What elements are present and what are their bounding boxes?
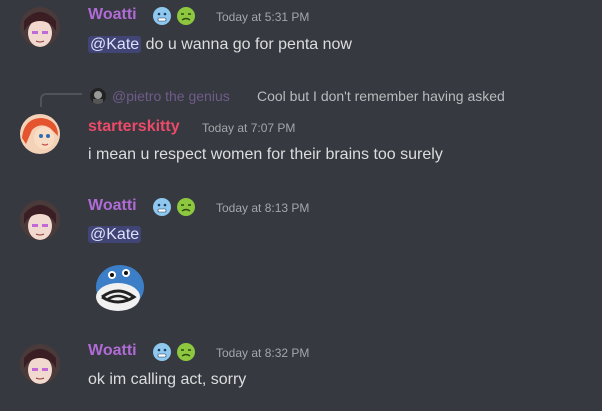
pietro-avatar[interactable] [90, 88, 106, 104]
cold-face-icon [153, 343, 171, 361]
cold-face-icon [153, 7, 171, 25]
message-text: i mean u respect women for their brains … [88, 146, 443, 163]
poliwag-sticker[interactable] [88, 257, 148, 317]
message-1: Woatti Today at 5:31 PM @Kate do u wanna… [0, 0, 602, 70]
timestamp: Today at 5:31 PM [216, 10, 310, 24]
timestamp: Today at 8:13 PM [216, 201, 310, 215]
nauseated-face-icon [177, 343, 195, 361]
woatti-avatar[interactable] [20, 7, 60, 47]
user-mention[interactable]: @Kate [88, 36, 142, 53]
message-3: Woatti Today at 8:13 PM @Kate [0, 193, 602, 323]
woatti-avatar[interactable] [20, 344, 60, 384]
cold-face-icon [153, 198, 171, 216]
user-mention[interactable]: @Kate [88, 226, 142, 243]
message-text: do u wanna go for penta now [141, 36, 352, 53]
reply-mention[interactable]: @pietro the genius [112, 88, 230, 104]
timestamp: Today at 7:07 PM [202, 121, 296, 135]
reply-connector [40, 93, 82, 107]
message-2: @pietro the genius Cool but I don't reme… [0, 84, 602, 174]
username[interactable]: starterskitty [88, 118, 180, 136]
message-4: Woatti Today at 8:32 PM ok im calling ac… [0, 337, 602, 411]
nauseated-face-icon [177, 7, 195, 25]
username[interactable]: Woatti [88, 342, 137, 360]
woatti-avatar[interactable] [20, 200, 60, 240]
timestamp: Today at 8:32 PM [216, 346, 310, 360]
username[interactable]: Woatti [88, 197, 137, 215]
message-content: @Kate [88, 226, 142, 244]
message-content: @Kate do u wanna go for penta now [88, 36, 352, 54]
username[interactable]: Woatti [88, 6, 137, 24]
message-text: ok im calling act, sorry [88, 371, 247, 388]
nauseated-face-icon [177, 198, 195, 216]
starterskitty-avatar[interactable] [20, 114, 60, 154]
reply-preview-text[interactable]: Cool but I don't remember having asked [257, 88, 505, 104]
